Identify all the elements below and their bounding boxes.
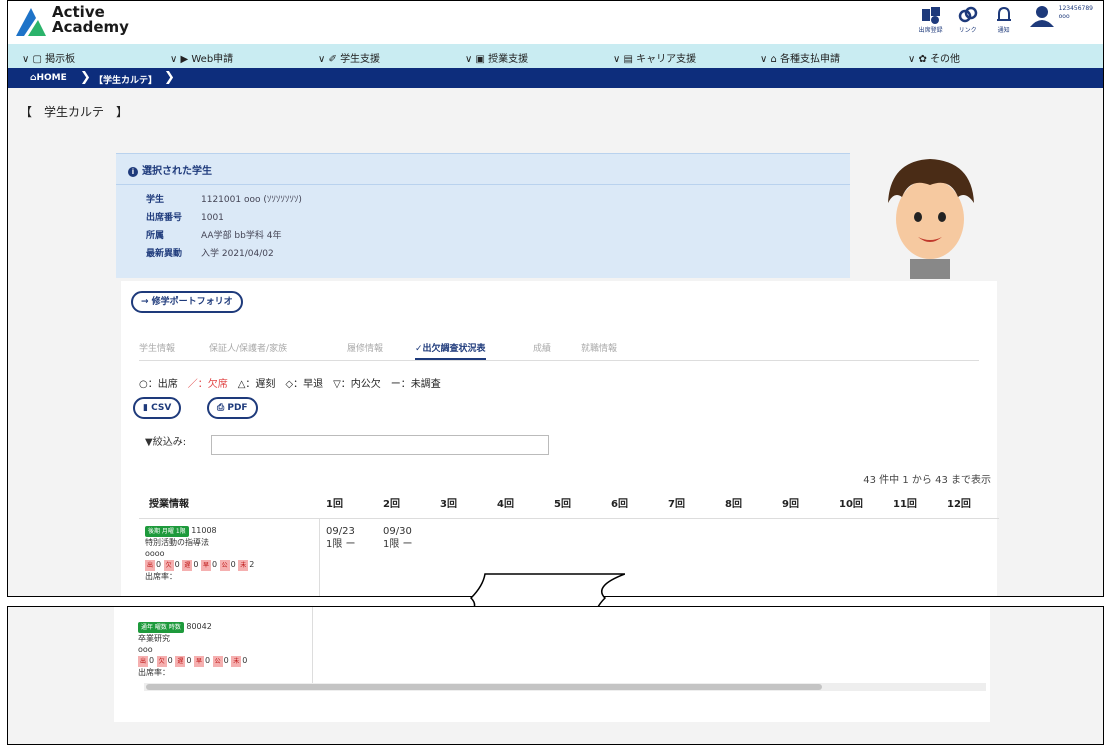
column-divider	[319, 519, 320, 596]
session-cell-1[interactable]: 09/23 1限 ー	[326, 525, 356, 551]
course-name[interactable]: 特別活動の指導法	[145, 537, 254, 548]
course-term-badge: 通年 曜数 時数	[138, 622, 184, 633]
course-teacher: oooo	[145, 549, 165, 558]
filter-label: ▼絞込み:	[145, 437, 187, 448]
tab-guardian[interactable]: 保証人/保護者/家族	[209, 341, 287, 354]
user-name: ooo	[1058, 13, 1070, 20]
filter-input[interactable]	[211, 435, 549, 455]
session-header-3[interactable]: 3回	[440, 495, 457, 519]
main-menu: ∨ ▢ 掲示板 ∨ ▶ Web申請 ∨ ✐ 学生支援 ∨ ▣ 授業支援 ∨ ▤ …	[8, 44, 1103, 68]
menu-other[interactable]: ∨ ✿ その他	[908, 50, 960, 65]
course-info-header[interactable]: 授業情報	[149, 495, 189, 519]
session-header-5[interactable]: 5回	[554, 495, 571, 519]
notification-label: 通知	[997, 27, 1010, 34]
menu-career-support[interactable]: ∨ ▤ キャリア支援	[613, 50, 696, 65]
session-header-2[interactable]: 2回	[383, 495, 400, 519]
attendance-number-row: 出席番号 1001	[146, 213, 224, 223]
app-header: Active Academy 出席登録 リンク 通知 123456789 ooo	[8, 1, 1103, 44]
header-icons: 出席登録 リンク 通知 123456789 ooo	[919, 5, 1093, 34]
tab-employment[interactable]: 就職情報	[581, 341, 617, 354]
student-row: 学生 1121001 ooo (ｿｿｿｿｿｿｿ)	[146, 195, 302, 205]
session-header-7[interactable]: 7回	[668, 495, 685, 519]
app-logo-text[interactable]: Active Academy	[52, 5, 129, 35]
student-avatar	[888, 159, 974, 279]
tab-student-info[interactable]: 学生情報	[139, 341, 175, 354]
user-menu[interactable]: 123456789 ooo	[1029, 5, 1093, 27]
content-card: → 修学ポートフォリオ 学生情報 保証人/保護者/家族 履修情報 ✓出欠調査状況…	[121, 281, 999, 596]
horizontal-scrollbar[interactable]	[144, 683, 986, 691]
latest-change-row: 最新異動 入学 2021/04/02	[146, 249, 274, 259]
bottom-screenshot-frame: 通年 曜数 時数 80042 卒業研究 ooo 出0 欠0 遅0 早0 公0 未…	[7, 606, 1104, 745]
course-name[interactable]: 卒業研究	[138, 633, 247, 644]
tab-bar: 学生情報 保証人/保護者/家族 履修情報 ✓出欠調査状況表 成績 就職情報	[139, 337, 979, 361]
page-title: 【 学生カルテ 】	[20, 105, 129, 119]
course-row: 後期 月曜 1限 11008 特別活動の指導法 oooo 出0 欠0 遅0 早0…	[145, 525, 254, 582]
menu-class-support[interactable]: ∨ ▣ 授業支援	[465, 50, 528, 65]
divider	[116, 184, 850, 185]
csv-button[interactable]: ▮ CSV	[133, 397, 182, 419]
content-card-continued: 通年 曜数 時数 80042 卒業研究 ooo 出0 欠0 遅0 早0 公0 未…	[114, 607, 990, 722]
user-id: 123456789	[1058, 5, 1093, 12]
course-term-badge: 後期 月曜 1限	[145, 526, 189, 537]
course-teacher: ooo	[138, 645, 153, 654]
column-divider	[312, 607, 313, 689]
menu-bulletin[interactable]: ∨ ▢ 掲示板	[22, 50, 75, 65]
session-header-1[interactable]: 1回	[326, 495, 343, 519]
session-header-6[interactable]: 6回	[611, 495, 628, 519]
top-screenshot-frame: ActiveAcademy 出席登録 リンク 通知 123456789 ooo	[7, 0, 1104, 597]
selected-student-title: i 選択された学生	[128, 162, 212, 177]
portfolio-button[interactable]: → 修学ポートフォリオ	[131, 291, 243, 313]
course-code: 11008	[191, 526, 217, 535]
csv-icon: ▮	[143, 403, 152, 413]
session-header-4[interactable]: 4回	[497, 495, 514, 519]
affiliation-row: 所属 AA学部 bb学科 4年	[146, 231, 282, 241]
bell-icon	[996, 6, 1011, 21]
session-header-12[interactable]: 12回	[947, 495, 971, 519]
tab-grades[interactable]: 成績	[533, 341, 551, 354]
breadcrumb: ⌂HOME ❯ 【学生カルテ】 ❯	[8, 68, 1103, 88]
attendance-register-icon	[921, 7, 940, 24]
course-row: 通年 曜数 時数 80042 卒業研究 ooo 出0 欠0 遅0 早0 公0 未…	[138, 621, 247, 678]
attendance-register-button[interactable]: 出席登録	[919, 5, 943, 34]
attendance-rate: 出席率：	[138, 668, 170, 677]
session-cell-2[interactable]: 09/30 1限 ー	[383, 525, 413, 551]
attendance-rate: 出席率：	[145, 572, 177, 581]
session-header-11[interactable]: 11回	[893, 495, 917, 519]
notification-button[interactable]: 通知	[993, 5, 1015, 34]
link-button[interactable]: リンク	[957, 5, 979, 34]
link-icon	[958, 6, 977, 23]
course-stats: 出0 欠0 遅0 早0 公0 未0	[138, 656, 248, 667]
session-header-8[interactable]: 8回	[725, 495, 742, 519]
menu-payment-application[interactable]: ∨ ⌂ 各種支払申請	[760, 50, 840, 65]
menu-web-application[interactable]: ∨ ▶ Web申請	[170, 50, 233, 65]
course-stats: 出0 欠0 遅0 早0 公0 未2	[145, 560, 255, 571]
link-label: リンク	[958, 27, 977, 34]
breadcrumb-current: 【学生カルテ】	[94, 76, 158, 86]
user-icon	[1029, 6, 1054, 27]
info-icon: i	[128, 167, 138, 177]
session-header-9[interactable]: 9回	[782, 495, 799, 519]
selected-student-panel: i 選択された学生 学生 1121001 ooo (ｿｿｿｿｿｿｿ) 出席番号 100…	[116, 153, 850, 278]
printer-icon: ⎙	[217, 403, 228, 413]
pdf-button[interactable]: ⎙ PDF	[207, 397, 258, 419]
scrollbar-thumb[interactable]	[146, 684, 822, 690]
menu-student-support[interactable]: ∨ ✐ 学生支援	[318, 50, 380, 65]
breadcrumb-separator-icon: ❯	[80, 70, 91, 85]
record-count: 43 件中 1 から 43 まで表示	[863, 475, 991, 486]
course-code: 80042	[186, 622, 212, 631]
tab-registration[interactable]: 履修情報	[347, 341, 383, 354]
tab-attendance[interactable]: ✓出欠調査状況表	[415, 341, 486, 360]
session-header-10[interactable]: 10回	[839, 495, 863, 519]
breadcrumb-separator-icon: ❯	[164, 70, 175, 85]
breadcrumb-home[interactable]: ⌂HOME	[30, 73, 67, 83]
logo-icon	[16, 8, 46, 36]
attendance-legend: ○：出席 ／：欠席 △：遅刻 ◇：早退 ▽：内公欠 ー：未調査	[139, 379, 441, 390]
attendance-register-label: 出席登録	[918, 27, 943, 34]
